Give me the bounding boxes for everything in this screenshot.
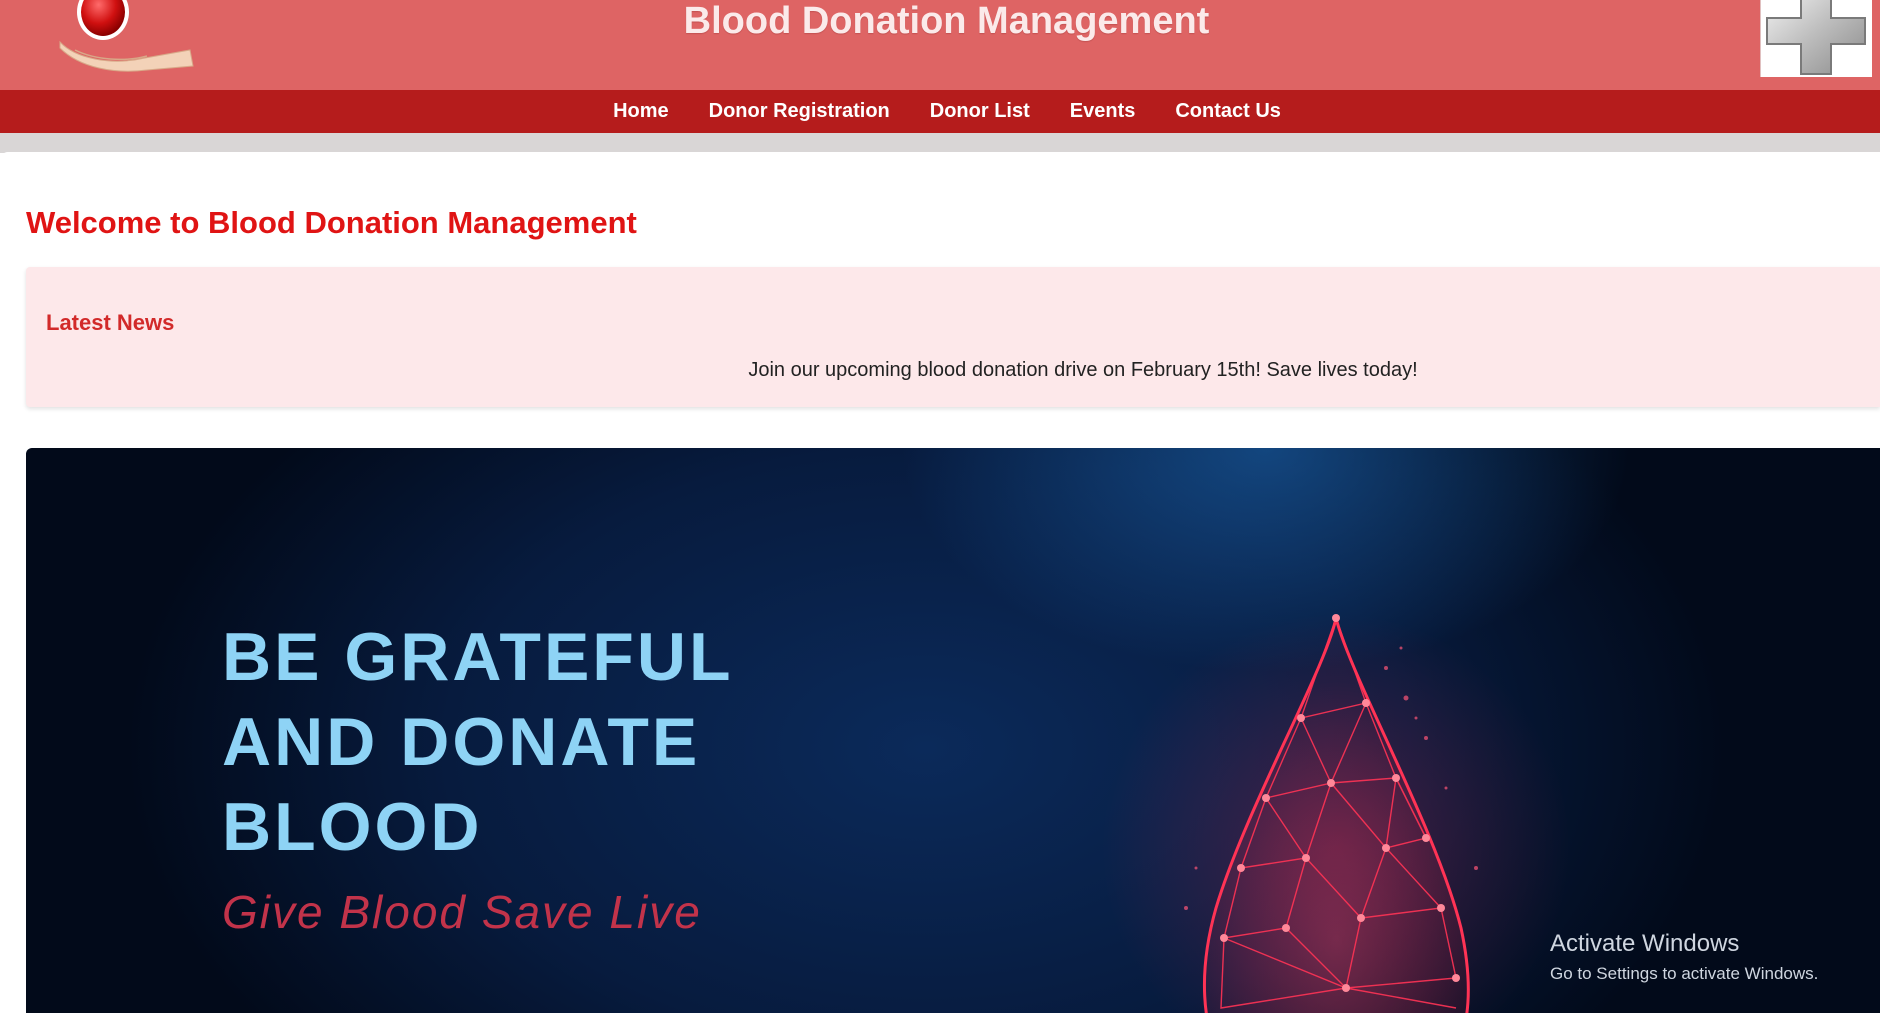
hero-banner: BE GRATEFUL AND DONATE BLOOD Give Blood … (26, 448, 1880, 1013)
site-title: Blood Donation Management (683, 0, 1210, 42)
banner-line-3: BLOOD (222, 789, 483, 865)
nav-donor-list[interactable]: Donor List (930, 100, 1030, 123)
page-title: Welcome to Blood Donation Management (26, 205, 637, 240)
nav-donor-registration[interactable]: Donor Registration (709, 100, 890, 123)
medical-cross-icon (1766, 0, 1866, 75)
banner-line-2: AND DONATE (222, 704, 701, 780)
windows-activation-watermark: Activate Windows Go to Settings to activ… (1550, 930, 1818, 984)
banner-line-1: BE GRATEFUL (222, 619, 734, 695)
medical-cross-container (1760, 0, 1872, 77)
separator-band (0, 133, 1880, 153)
nav-events[interactable]: Events (1070, 100, 1136, 123)
banner-tagline: Give Blood Save Live (222, 886, 702, 938)
news-text: Join our upcoming blood donation drive o… (748, 359, 1418, 381)
nav-contact-us[interactable]: Contact Us (1175, 100, 1281, 123)
site-header: Blood Donation Management (0, 0, 1880, 90)
nav-home[interactable]: Home (613, 100, 669, 123)
activation-title: Activate Windows (1550, 930, 1740, 957)
activation-subtitle: Go to Settings to activate Windows. (1550, 964, 1819, 983)
polygon-blood-drop-icon (1184, 614, 1478, 1013)
latest-news-panel: Latest News Join our upcoming blood dona… (26, 267, 1880, 407)
main-nav: Home Donor Registration Donor List Event… (0, 90, 1880, 133)
news-title: Latest News (46, 310, 175, 335)
